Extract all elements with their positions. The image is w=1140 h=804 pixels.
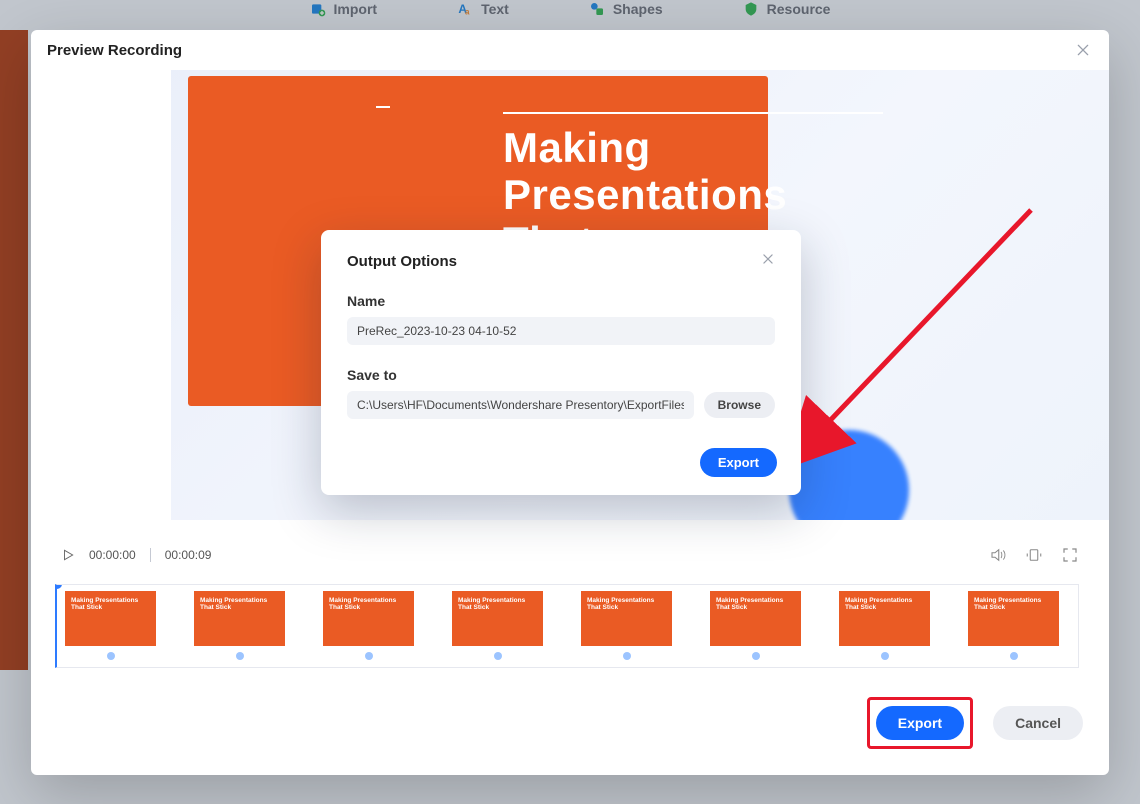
close-icon xyxy=(761,252,775,266)
timeline-thumb[interactable]: Making Presentations That Stick xyxy=(710,591,801,667)
preview-close-button[interactable] xyxy=(1073,40,1093,60)
save-to-input[interactable] xyxy=(347,391,694,419)
save-to-label: Save to xyxy=(347,367,775,383)
output-export-button[interactable]: Export xyxy=(700,448,777,477)
thumb-dot xyxy=(107,652,115,660)
thumb-title: Making Presentations That Stick xyxy=(71,597,150,612)
timeline-thumb[interactable]: Making Presentations That Stick xyxy=(968,591,1059,667)
thumb-title: Making Presentations That Stick xyxy=(587,597,666,612)
thumb-dot xyxy=(1010,652,1018,660)
timeline-thumb[interactable]: Making Presentations That Stick xyxy=(323,591,414,667)
thumb-dot xyxy=(365,652,373,660)
total-time: 00:00:09 xyxy=(165,548,212,562)
thumb-dot xyxy=(494,652,502,660)
output-options-close-button[interactable] xyxy=(761,252,775,271)
timeline-thumb[interactable]: Making Presentations That Stick xyxy=(65,591,156,667)
thumb-title: Making Presentations That Stick xyxy=(200,597,279,612)
play-icon[interactable] xyxy=(61,548,75,562)
canvas-left-pad xyxy=(31,70,171,520)
preview-title: Preview Recording xyxy=(47,42,182,59)
playback-left: 00:00:00 00:00:09 xyxy=(61,548,211,562)
output-options-header: Output Options xyxy=(347,252,775,271)
preview-footer: Export Cancel xyxy=(867,697,1083,749)
close-icon xyxy=(1075,42,1091,58)
fullscreen-icon[interactable] xyxy=(1061,546,1079,564)
timeline-thumb[interactable]: Making Presentations That Stick xyxy=(452,591,543,667)
timeline[interactable]: Making Presentations That Stick Making P… xyxy=(55,584,1079,668)
output-options-title: Output Options xyxy=(347,253,457,270)
app-background: Import Aa Text Shapes Resource Preview R… xyxy=(0,0,1140,804)
thumb-dot xyxy=(623,652,631,660)
preview-header: Preview Recording xyxy=(31,30,1109,70)
browse-button[interactable]: Browse xyxy=(704,392,775,418)
thumb-dot xyxy=(752,652,760,660)
timeline-thumb[interactable]: Making Presentations That Stick xyxy=(194,591,285,667)
timeline-thumb[interactable]: Making Presentations That Stick xyxy=(839,591,930,667)
thumb-title: Making Presentations That Stick xyxy=(716,597,795,612)
cancel-button[interactable]: Cancel xyxy=(993,706,1083,740)
thumb-title: Making Presentations That Stick xyxy=(458,597,537,612)
name-label: Name xyxy=(347,293,775,309)
time-separator xyxy=(150,548,151,562)
volume-icon[interactable] xyxy=(989,546,1007,564)
thumb-title: Making Presentations That Stick xyxy=(974,597,1053,612)
export-highlight-box: Export xyxy=(867,697,973,749)
thumb-dot xyxy=(236,652,244,660)
thumb-title: Making Presentations That Stick xyxy=(845,597,924,612)
output-options-dialog: Output Options Name Save to Browse Expor… xyxy=(321,230,801,495)
playback-bar: 00:00:00 00:00:09 xyxy=(31,530,1109,580)
name-input[interactable] xyxy=(347,317,775,345)
slide-rule xyxy=(503,112,883,114)
preview-recording-modal: Preview Recording Making Presentations T… xyxy=(31,30,1109,775)
thumb-title: Making Presentations That Stick xyxy=(329,597,408,612)
slide-accent-dash xyxy=(376,106,390,108)
export-button[interactable]: Export xyxy=(876,706,964,740)
thumb-dot xyxy=(881,652,889,660)
aspect-icon[interactable] xyxy=(1025,546,1043,564)
playback-right xyxy=(989,546,1079,564)
current-time: 00:00:00 xyxy=(89,548,136,562)
timeline-thumb[interactable]: Making Presentations That Stick xyxy=(581,591,672,667)
